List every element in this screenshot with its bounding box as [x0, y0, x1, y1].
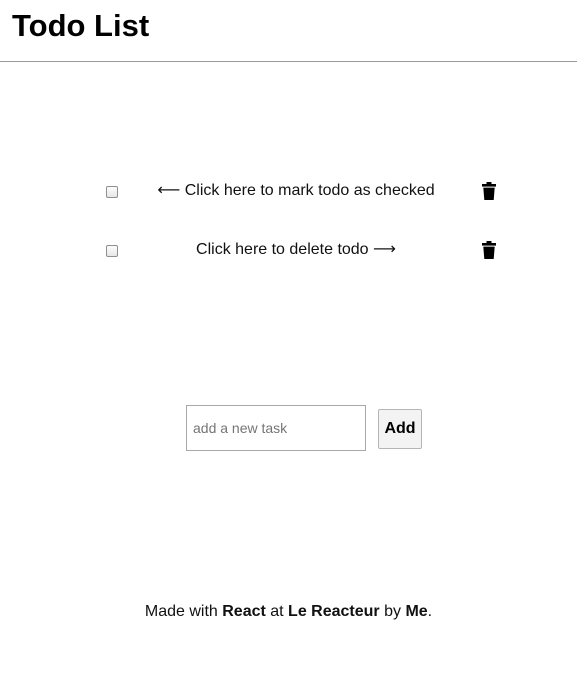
todo-checkbox[interactable]	[106, 186, 118, 198]
trash-icon[interactable]	[482, 182, 496, 200]
footer-text: by	[379, 603, 406, 620]
footer-company: Le Reacteur	[288, 603, 380, 620]
footer-text: Made with	[144, 603, 223, 620]
page-title: Todo List	[12, 8, 150, 43]
add-button[interactable]: Add	[378, 409, 422, 449]
right-arrow-icon: ⟶	[373, 241, 396, 258]
todo-label[interactable]: ⟵ Click here to mark todo as checked	[120, 180, 472, 202]
todo-label[interactable]: Click here to delete todo ⟶	[120, 239, 472, 261]
todo-text: Click here to delete todo	[196, 241, 369, 258]
footer: Made with React at Le Reacteur by Me.	[0, 602, 577, 622]
footer-react: React	[222, 603, 266, 620]
todo-checkbox[interactable]	[106, 245, 118, 257]
app-header: Todo List	[0, 0, 577, 62]
new-task-input[interactable]	[186, 405, 366, 451]
todo-item: Click here to delete todo ⟶	[0, 239, 577, 263]
footer-text: .	[427, 603, 433, 620]
footer-author: Me	[405, 603, 428, 620]
left-arrow-icon: ⟵	[157, 182, 181, 199]
todo-item: ⟵ Click here to mark todo as checked	[0, 180, 577, 204]
footer-text: at	[265, 603, 289, 620]
todo-text: Click here to mark todo as checked	[184, 182, 435, 199]
trash-icon[interactable]	[482, 241, 496, 259]
